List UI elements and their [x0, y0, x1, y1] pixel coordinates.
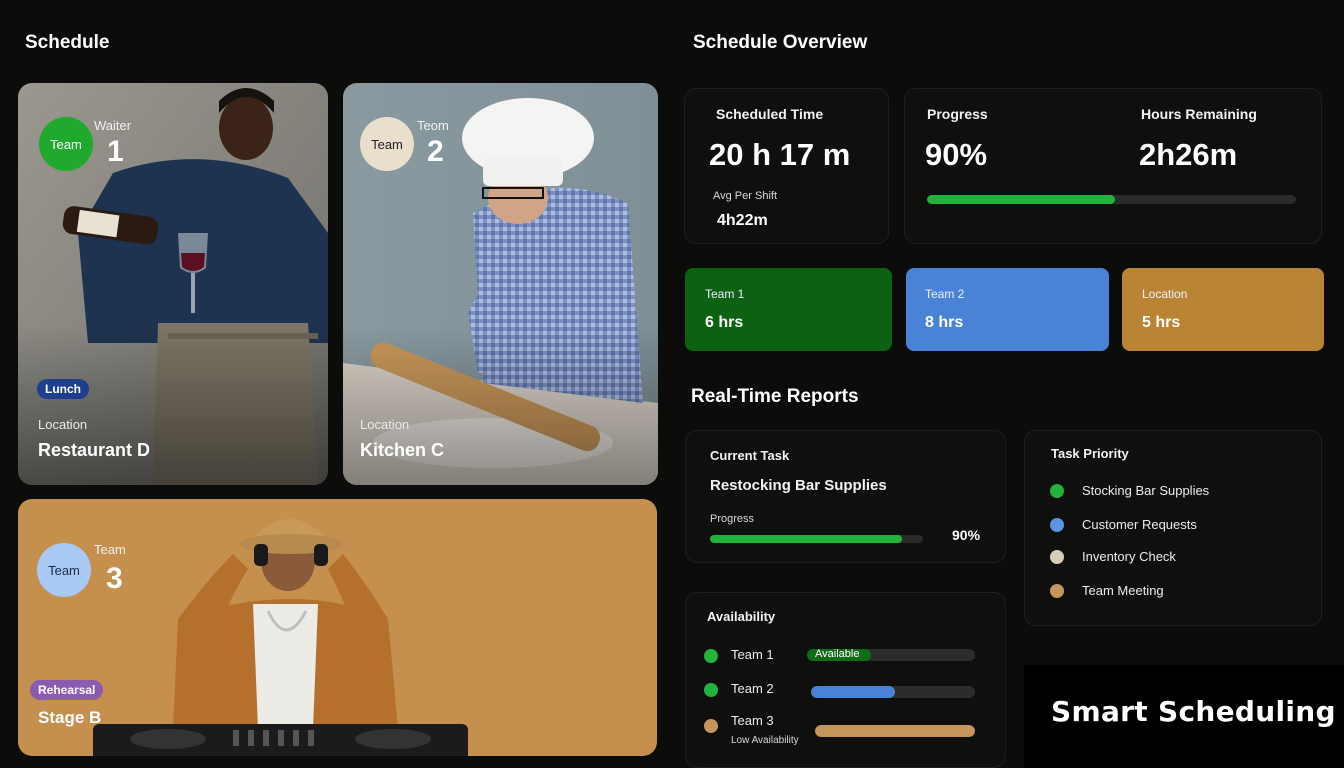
location-name: Kitchen C — [360, 440, 445, 460]
avg-shift-label: Avg Per Shift — [713, 190, 777, 202]
location-name: Restaurant D — [38, 440, 151, 460]
tile-value: 6 hrs — [705, 314, 744, 331]
team-number: 2 — [427, 135, 444, 168]
avg-shift-value: 4h22m — [717, 212, 768, 229]
availability-fill — [815, 725, 975, 737]
task-progress-bar — [710, 535, 923, 543]
team-3-card[interactable]: Team Team 3 Rehearsal Stage B — [18, 499, 657, 756]
priority-dot — [1050, 550, 1064, 564]
availability-dot — [704, 649, 718, 663]
priority-item[interactable]: Team Meeting — [1082, 583, 1164, 598]
availability-bar: Available — [807, 649, 975, 661]
priority-dot — [1050, 484, 1064, 498]
scheduled-time-panel: Scheduled Time 20 h 17 m Avg Per Shift 4… — [684, 88, 889, 244]
team-1-card[interactable]: Team Waiter 1 Lunch Location Restaurant … — [18, 83, 328, 485]
tile-label: Team 1 — [705, 287, 745, 301]
task-progress-fill — [710, 535, 902, 543]
priority-item[interactable]: Customer Requests — [1082, 517, 1197, 532]
task-priority-title: Task Priority — [1051, 446, 1129, 461]
dj-photo — [18, 499, 657, 756]
availability-dot — [704, 719, 718, 733]
hours-remaining-value: 2h26m — [1139, 137, 1238, 172]
brand-text: Smart Scheduling — [1051, 695, 1336, 728]
priority-dot — [1050, 584, 1064, 598]
brand-banner: Smart Scheduling — [1024, 665, 1344, 768]
current-task-value: Restocking Bar Supplies — [710, 477, 887, 494]
availability-team: Team 3 — [731, 713, 774, 728]
priority-dot — [1050, 518, 1064, 532]
team-2-card[interactable]: Team Teom 2 Location Kitchen C — [343, 83, 658, 485]
task-progress-label: Progress — [710, 513, 755, 525]
progress-value: 90% — [925, 137, 988, 172]
availability-fill — [811, 686, 895, 698]
shift-pill: Lunch — [37, 379, 89, 399]
reports-title: Real-Time Reports — [691, 386, 859, 407]
tile-label: Team 2 — [925, 287, 965, 301]
current-task-label: Current Task — [710, 448, 790, 463]
team-badge: Team — [37, 543, 91, 597]
team-number: 1 — [107, 135, 124, 168]
availability-team: Team 1 — [731, 647, 774, 662]
tile-value: 5 hrs — [1142, 314, 1181, 331]
team-role: Waiter — [94, 118, 132, 133]
availability-status: Available — [815, 649, 860, 660]
scheduled-time-value: 20 h 17 m — [709, 137, 851, 172]
progress-label: Progress — [927, 106, 988, 122]
hours-remaining-label: Hours Remaining — [1141, 106, 1257, 122]
availability-team: Team 2 — [731, 681, 774, 696]
location-caption: Location — [360, 417, 410, 432]
team-number: 3 — [106, 562, 123, 595]
overview-progress-fill — [927, 195, 1116, 204]
priority-item[interactable]: Inventory Check — [1082, 549, 1176, 564]
app-root: Schedule Team Waiter 1 Lunch Location Re… — [0, 0, 1344, 768]
current-task-panel: Current Task Restocking Bar Supplies Pro… — [685, 430, 1006, 563]
availability-dot — [704, 683, 718, 697]
priority-item[interactable]: Stocking Bar Supplies — [1082, 483, 1209, 498]
team-badge: Team — [39, 117, 93, 171]
availability-sub: Low Availability — [731, 735, 799, 746]
overview-progress-bar — [927, 195, 1296, 204]
availability-bar — [811, 686, 975, 698]
team-1-hours-tile[interactable]: Team 1 6 hrs — [685, 268, 892, 351]
overview-title: Schedule Overview — [693, 32, 868, 53]
team-badge: Team — [360, 117, 414, 171]
team-2-hours-tile[interactable]: Team 2 8 hrs — [906, 268, 1109, 351]
shift-pill: Rehearsal — [30, 680, 104, 700]
availability-title: Availability — [707, 609, 776, 624]
schedule-title: Schedule — [25, 32, 110, 53]
tile-value: 8 hrs — [925, 314, 964, 331]
tile-label: Location — [1142, 287, 1188, 301]
scheduled-time-label: Scheduled Time — [716, 106, 824, 122]
task-priority-panel: Task Priority Stocking Bar Supplies Cust… — [1024, 430, 1322, 626]
availability-bar — [815, 725, 975, 737]
location-hours-tile[interactable]: Location 5 hrs — [1122, 268, 1324, 351]
location-caption: Location — [38, 417, 88, 432]
progress-panel: Progress 90% Hours Remaining 2h26m — [904, 88, 1322, 244]
location-name: Stage B — [38, 708, 102, 727]
team-role: Team — [94, 542, 126, 557]
task-progress-value: 90% — [952, 527, 981, 543]
availability-panel: Availability Team 1 Available Team 2 Tea… — [685, 592, 1006, 768]
team-role: Teom — [417, 118, 449, 133]
